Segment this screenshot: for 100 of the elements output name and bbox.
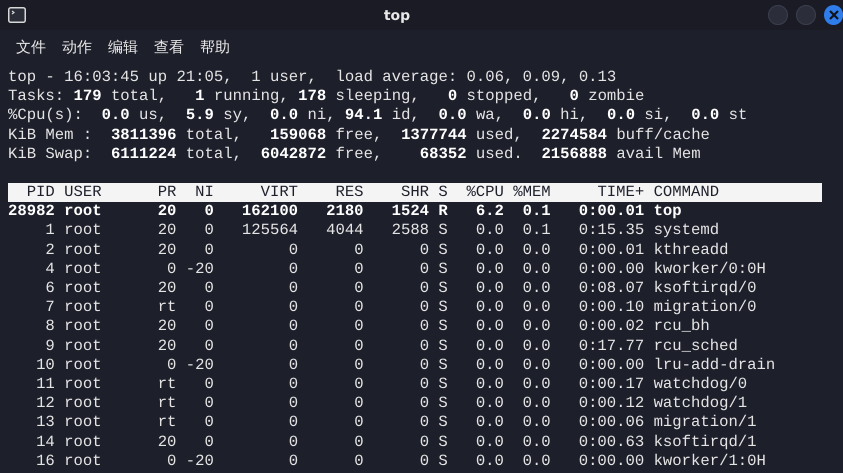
table-cell-text: 162100	[240, 202, 298, 222]
table-cell-text: 0:00.02	[578, 317, 644, 337]
table-cell-text: 0:00.01	[578, 202, 644, 222]
column-header: USER	[64, 183, 103, 202]
table-cell-text: 0.0	[474, 432, 504, 452]
maximize-button[interactable]	[796, 5, 816, 25]
table-cell-text: root	[64, 260, 103, 280]
summary-line: Tasks: 179 total, 1 running, 178 sleeping, 0 stopped, 0 zombie	[8, 87, 644, 106]
table-cell-text: root	[64, 432, 103, 452]
table-cell-text: 0:00.00	[578, 260, 644, 280]
table-cell-text: 0	[353, 356, 364, 376]
table-cell-text: 0	[418, 452, 430, 472]
table-cell-text: 0	[418, 317, 430, 337]
table-cell-text: 0	[288, 375, 298, 394]
window-title: top	[384, 8, 410, 24]
column-header: S	[437, 183, 448, 202]
table-cell-text: 0	[353, 240, 364, 260]
table-cell-text: 4044	[325, 221, 364, 241]
table-cell-text: 0.0	[522, 336, 551, 356]
table-cell-text: S	[437, 260, 448, 280]
table-cell-text: 0	[288, 240, 298, 260]
table-cell-text: 0	[203, 298, 214, 318]
table-cell-text: 0.0	[474, 298, 504, 318]
table-cell-text: 0.0	[474, 260, 504, 280]
table-cell-text: 0	[203, 413, 214, 433]
table-cell-text: 0.0	[474, 336, 504, 356]
table-cell-text: rt	[156, 394, 176, 414]
table-cell-text: rt	[156, 375, 176, 394]
menu-item[interactable]: 动作	[62, 36, 92, 58]
table-cell-text: 1	[44, 221, 55, 241]
table-cell-text: 0.0	[522, 452, 551, 472]
table-cell-text: 0	[203, 394, 214, 414]
table-cell-text: 0	[288, 356, 298, 376]
table-cell-text: 0	[203, 375, 214, 394]
table-cell-text: 0.0	[474, 221, 504, 241]
table-cell-text: 0	[288, 260, 298, 280]
table-cell: rcu_bh	[654, 317, 710, 337]
table-cell-text: root	[64, 452, 103, 472]
table-cell-text: 0	[203, 336, 214, 356]
table-cell: systemd	[654, 221, 720, 241]
table-cell-text: S	[437, 240, 448, 260]
table-cell-text: 1524	[390, 202, 430, 222]
table-cell-text: 0:15.35	[578, 221, 644, 241]
table-cell-text: 0	[353, 452, 364, 472]
table-cell-text: 0	[353, 432, 364, 452]
menu-item[interactable]: 文件	[16, 36, 46, 58]
column-header: %MEM	[512, 183, 551, 202]
table-cell-text: 0.0	[522, 298, 551, 318]
table-cell-text: S	[437, 221, 448, 241]
table-cell-text: 0	[288, 432, 298, 452]
menu-item[interactable]: 帮助	[200, 36, 230, 58]
table-cell-text: root	[64, 279, 103, 298]
table-cell-text: -20	[184, 356, 214, 376]
table-cell-text: 0:00.17	[578, 375, 644, 394]
table-cell-text: root	[64, 356, 103, 376]
table-cell-text: rt	[156, 413, 176, 433]
table-cell-text: root	[64, 202, 103, 222]
minimize-button[interactable]	[768, 5, 788, 25]
column-header: PR	[156, 183, 176, 202]
table-cell-text: 0	[418, 298, 430, 318]
table-cell-text: root	[64, 221, 103, 241]
table-cell: kworker/1:0H	[654, 452, 766, 472]
table-cell-text: root	[64, 336, 103, 356]
table-cell-text: 20	[156, 240, 176, 260]
summary-line: %Cpu(s): 0.0 us, 5.9 sy, 0.0 ni, 94.1 id, 0.0 wa, 0.0 hi, 0.0 si, 0.0 st	[8, 106, 748, 126]
table-cell-text: 0	[166, 452, 176, 472]
summary-line: top - 16:03:45 up 21:05, 1 user, load average: 0.06, 0.09, 0.13	[8, 68, 616, 88]
table-cell-text: 0.0	[522, 240, 551, 260]
table-cell-text: 0	[203, 221, 214, 241]
table-cell-text: S	[437, 298, 448, 318]
table-cell-text: 0:00.06	[578, 413, 644, 433]
table-cell: migration/1	[654, 413, 757, 433]
table-cell-text: S	[437, 356, 448, 376]
table-cell-text: root	[64, 394, 103, 414]
table-cell-text: 0	[203, 279, 214, 298]
table-cell-text: 2180	[325, 202, 364, 222]
close-button[interactable]	[824, 5, 843, 25]
table-cell-text: 16	[35, 452, 55, 472]
table-cell-text: 6.2	[474, 202, 504, 222]
table-cell-text: 0	[353, 413, 364, 433]
table-cell-text: 10	[35, 356, 55, 376]
table-cell-text: 0:00.01	[578, 240, 644, 260]
menu-item[interactable]: 编辑	[108, 36, 138, 58]
table-cell: watchdog/1	[654, 394, 748, 414]
column-header: VIRT	[260, 183, 298, 202]
table-cell-text: 0.0	[522, 432, 551, 452]
column-header: PID	[26, 183, 55, 202]
table-cell-text: 0	[418, 260, 430, 280]
table-cell-text: 0	[288, 394, 298, 414]
table-cell-text: root	[64, 413, 103, 433]
table-cell-text: root	[64, 240, 103, 260]
table-cell-text: 0	[418, 375, 430, 394]
table-cell-text: 0.0	[522, 317, 551, 337]
menu-item[interactable]: 查看	[154, 36, 184, 58]
table-cell-text: 0	[418, 432, 430, 452]
table-cell-text: 20	[156, 202, 176, 222]
table-cell-text: 0	[203, 240, 214, 260]
table-cell-text: 0.0	[522, 260, 551, 280]
table-cell: kthreadd	[654, 240, 728, 260]
table-cell-text: 0	[418, 413, 430, 433]
